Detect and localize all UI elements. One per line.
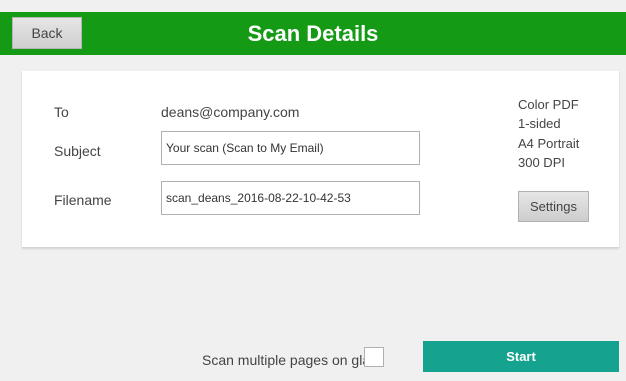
paper-value: A4 Portrait: [518, 136, 580, 151]
start-button[interactable]: Start: [423, 341, 619, 372]
page-title: Scan Details: [247, 21, 379, 46]
filename-label: Filename: [54, 192, 112, 208]
scan-details-card: To deans@company.com Subject Filename Co…: [22, 71, 619, 248]
to-label: To: [54, 104, 69, 120]
back-button[interactable]: Back: [12, 17, 82, 49]
multi-page-label: Scan multiple pages on glass: [202, 352, 385, 368]
resolution-value: 300 DPI: [518, 155, 565, 170]
subject-label: Subject: [54, 143, 101, 159]
header-bar: Scan Details Back: [0, 12, 626, 55]
subject-input[interactable]: [161, 131, 420, 165]
sides-value: 1-sided: [518, 116, 561, 131]
to-value: deans@company.com: [161, 104, 300, 120]
filename-input[interactable]: [161, 181, 420, 215]
settings-button[interactable]: Settings: [518, 191, 589, 222]
color-mode-value: Color PDF: [518, 97, 579, 112]
multi-page-checkbox[interactable]: [364, 347, 384, 367]
